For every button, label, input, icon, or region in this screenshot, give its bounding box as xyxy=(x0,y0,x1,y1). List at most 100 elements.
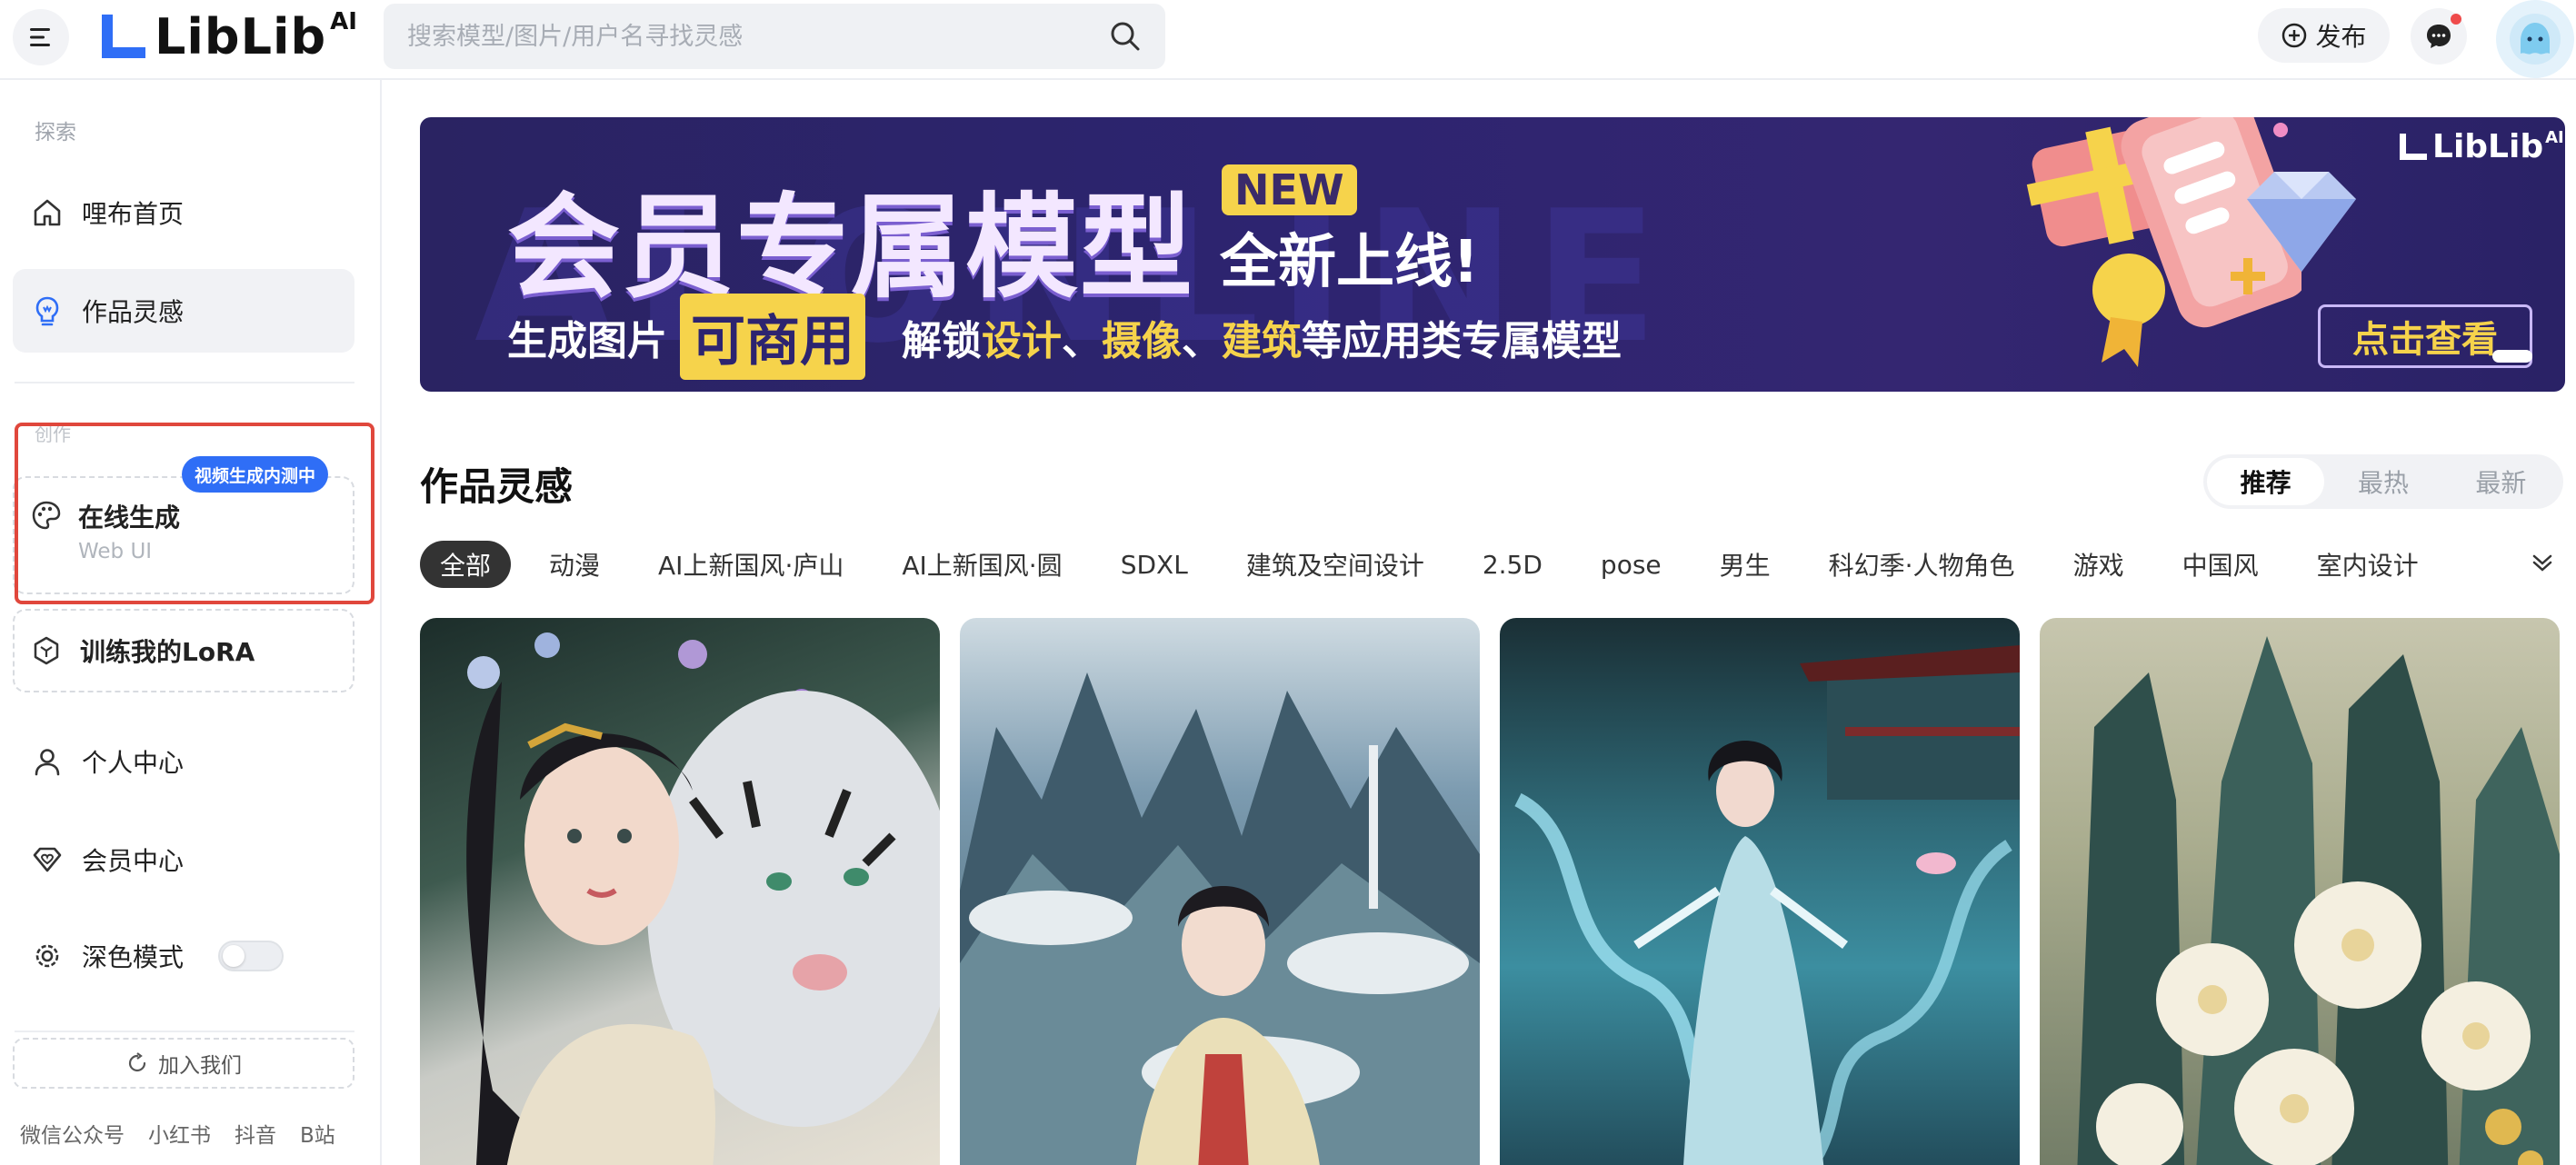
join-us-button[interactable]: 加入我们 xyxy=(13,1038,354,1089)
category-chip[interactable]: 科幻季·人物角色 xyxy=(1809,541,2035,588)
category-chip-all[interactable]: 全部 xyxy=(420,541,512,588)
page-title: 作品灵感 xyxy=(420,464,574,509)
gallery-card[interactable] xyxy=(1500,618,2020,1165)
category-chip[interactable]: pose xyxy=(1581,541,1682,588)
hexagon-cube-icon xyxy=(34,636,59,665)
artwork-woman-tiger xyxy=(466,632,940,1165)
sidebar-item-label: 会员中心 xyxy=(82,846,185,876)
footer-link-douyin[interactable]: 抖音 xyxy=(235,1118,276,1149)
artwork-mountain-lady xyxy=(960,672,1480,1165)
image-gallery xyxy=(420,618,2565,1165)
diamond-icon xyxy=(2247,172,2356,272)
gallery-card[interactable] xyxy=(2040,618,2560,1165)
category-chip[interactable]: 游戏 xyxy=(2053,541,2144,588)
publish-label: 发布 xyxy=(2315,22,2367,52)
banner-sub-text: 解锁设计、摄像、建筑等应用类专属模型 xyxy=(902,308,1622,366)
lightbulb-icon xyxy=(35,296,59,326)
category-chip[interactable]: 室内设计 xyxy=(2297,541,2439,588)
logo-text: LibLib xyxy=(155,7,327,65)
sidebar-item-inspiration[interactable]: 作品灵感 xyxy=(13,269,354,353)
tab-newest[interactable]: 最新 xyxy=(2442,458,2560,505)
category-chip[interactable]: SDXL xyxy=(1101,541,1208,588)
medal-icon xyxy=(2092,254,2165,326)
category-chip[interactable]: AI上新国风·圆 xyxy=(882,541,1082,588)
artwork-water-dancer xyxy=(1514,645,2020,1165)
annotation-highlight-box xyxy=(15,423,374,604)
logo-ai-suffix: AI xyxy=(330,8,357,35)
user-avatar[interactable] xyxy=(2496,0,2574,78)
banner-subtitle: 生成图片 可商用 解锁设计、摄像、建筑等应用类专属模型 xyxy=(507,294,1622,380)
banner-sub-part1: 解锁 xyxy=(902,317,982,364)
banner-illustration xyxy=(2026,117,2301,367)
gear-icon xyxy=(35,944,59,968)
footer-link-bilibili[interactable]: B站 xyxy=(300,1118,335,1149)
banner-sub-sep: 、 xyxy=(1182,317,1222,364)
category-chip[interactable]: 建筑及空间设计 xyxy=(1226,541,1444,588)
sidebar-item-label: 深色模式 xyxy=(82,942,185,972)
gallery-card[interactable] xyxy=(960,618,1480,1165)
promo-banner[interactable]: AI ONLINE 会员专属模型 NEW 全新上线! 生成图片 可商用 解锁设计… xyxy=(420,117,2565,392)
sidebar-item-dark-mode[interactable]: 深色模式 xyxy=(13,914,354,998)
menu-button[interactable] xyxy=(13,9,69,65)
refresh-heart-icon xyxy=(128,1052,146,1072)
tab-hottest[interactable]: 最热 xyxy=(2324,458,2441,505)
left-sidebar: 探索 哩布首页 作品灵感 创作 视频生成内测中 在线生成 Web UI 训练我的… xyxy=(0,80,382,1165)
banner-sub-camera: 摄像 xyxy=(1102,317,1182,364)
banner-brand-text: LibLib xyxy=(2432,128,2544,165)
banner-sub-architecture: 建筑 xyxy=(1222,317,1302,364)
logo-mark-icon xyxy=(102,15,145,58)
footer-link-xiaohongshu[interactable]: 小红书 xyxy=(148,1118,211,1149)
banner-title-secondary: 全新上线! xyxy=(1220,229,1480,296)
footer-links: 微信公众号 小红书 抖音 B站 xyxy=(20,1118,335,1149)
sort-tabs: 推荐 最热 最新 xyxy=(2203,454,2563,509)
dark-mode-toggle[interactable] xyxy=(218,941,285,971)
banner-sub-part2: 等应用类专属模型 xyxy=(1302,317,1622,364)
top-header: LibLib AI 发布 xyxy=(0,0,2576,80)
sidebar-item-member[interactable]: 会员中心 xyxy=(13,818,354,901)
chevron-down-icon[interactable] xyxy=(2529,549,2556,576)
logo-mark-icon xyxy=(2400,133,2427,160)
gallery-card[interactable] xyxy=(420,618,940,1165)
notification-dot xyxy=(2451,14,2461,25)
sidebar-item-label: 个人中心 xyxy=(82,748,185,778)
banner-sub-highlight: 可商用 xyxy=(680,294,865,380)
train-lora-button[interactable]: 训练我的LoRA xyxy=(13,609,354,692)
category-chip[interactable]: 男生 xyxy=(1700,541,1791,588)
artwork-peony-cliffs xyxy=(2077,636,2560,1165)
plus-circle-icon xyxy=(2282,23,2307,48)
banner-sub-design: 设计 xyxy=(982,317,1062,364)
diamond-heart-icon xyxy=(33,847,62,872)
category-chip[interactable]: AI上新国风·庐山 xyxy=(638,541,864,588)
user-icon xyxy=(35,749,60,776)
category-chip[interactable]: 中国风 xyxy=(2162,541,2279,588)
chat-bubble-icon xyxy=(2427,25,2451,48)
banner-sub-prefix: 生成图片 xyxy=(507,317,667,364)
sidebar-item-label: 哩布首页 xyxy=(82,199,185,229)
sidebar-divider xyxy=(15,1031,354,1032)
banner-new-badge: NEW xyxy=(1222,164,1357,215)
category-chips: 全部 动漫 AI上新国风·庐山 AI上新国风·圆 SDXL 建筑及空间设计 2.… xyxy=(420,541,2457,588)
search-icon[interactable] xyxy=(1109,20,1142,53)
sidebar-item-home[interactable]: 哩布首页 xyxy=(13,171,354,254)
category-chip[interactable]: 2.5D xyxy=(1463,541,1563,588)
liblib-logo[interactable]: LibLib AI xyxy=(98,7,357,65)
home-icon xyxy=(34,199,61,226)
train-lora-label: 训练我的LoRA xyxy=(80,637,255,667)
tab-recommended[interactable]: 推荐 xyxy=(2207,458,2325,505)
avatar-ghost-icon xyxy=(2510,14,2561,65)
banner-brand-logo: LibLib AI xyxy=(2398,128,2564,165)
publish-button[interactable]: 发布 xyxy=(2258,8,2390,63)
sidebar-item-personal[interactable]: 个人中心 xyxy=(13,720,354,803)
section-label-explore: 探索 xyxy=(35,121,76,144)
app-root: LibLib AI 发布 xyxy=(0,0,2576,1165)
search-input[interactable] xyxy=(407,22,1109,51)
banner-pagination-indicator[interactable] xyxy=(2492,350,2532,363)
sidebar-item-label: 作品灵感 xyxy=(82,297,185,327)
sidebar-divider xyxy=(15,382,354,383)
category-chip[interactable]: 动漫 xyxy=(529,541,620,588)
search-bar[interactable] xyxy=(384,4,1165,69)
banner-sub-sep: 、 xyxy=(1062,317,1102,364)
footer-link-wechat[interactable]: 微信公众号 xyxy=(20,1118,125,1149)
hamburger-icon xyxy=(30,28,50,46)
messages-button[interactable] xyxy=(2411,8,2467,65)
